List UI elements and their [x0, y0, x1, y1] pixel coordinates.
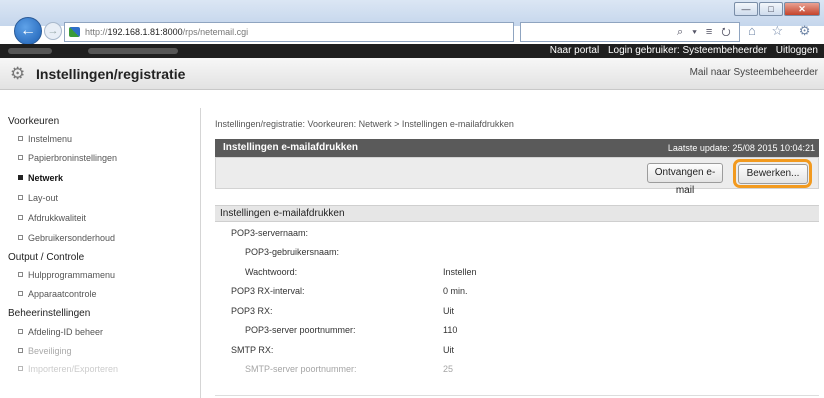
page-title: Instellingen/registratie [36, 66, 186, 82]
row-label: POP3-server poortnummer: [245, 325, 356, 335]
row-value: 110 [443, 325, 458, 335]
square-bullet-icon [18, 136, 23, 141]
sidebar-item-network[interactable]: Netwerk [18, 173, 63, 183]
square-bullet-icon [18, 235, 23, 240]
panel-button-bar: Ontvangen e-mail Bewerken... [215, 157, 819, 196]
row-label: POP3 RX-interval: [231, 286, 305, 296]
sidebar-item-label: Beveiliging [28, 346, 72, 356]
sidebar-item-paper-source[interactable]: Papierbroninstellingen [18, 153, 117, 163]
site-favicon-icon [69, 27, 80, 37]
panel-title: Instellingen e-mailafdrukken [223, 142, 359, 153]
sidebar-item-layout[interactable]: Lay-out [18, 193, 58, 203]
last-update-text: Laatste update: 25/08 2015 10:04:21 [667, 143, 815, 153]
sidebar-item-label: Lay-out [28, 193, 59, 203]
portal-link[interactable]: Naar portal [550, 45, 599, 56]
settings-gear-icon: ⚙ [10, 64, 26, 83]
logout-link[interactable]: Uitloggen [776, 45, 818, 56]
portal-links: Naar portal Login gebruiker: Systeembehe… [544, 44, 818, 58]
forward-arrow-icon[interactable]: → [44, 22, 62, 40]
settings-row: POP3 RX-interval: 0 min. [215, 283, 819, 300]
device-name-placeholder [8, 48, 52, 54]
settings-row: POP3-server poortnummer: 110 [215, 322, 819, 339]
settings-row: SMTP RX: Uit [215, 342, 819, 359]
sidebar-item-settings-menu[interactable]: Instelmenu [18, 134, 72, 144]
breadcrumb: Instellingen/registratie: Voorkeuren: Ne… [215, 119, 514, 129]
url-prefix: http:// [85, 27, 108, 37]
url-path: /rps/netemail.cgi [182, 27, 249, 37]
address-bar[interactable]: http://192.168.1.81:8000/rps/netemail.cg… [64, 22, 514, 42]
sidebar-item-print-quality[interactable]: Afdrukkwaliteit [18, 213, 86, 223]
sidebar-item-utility-menu[interactable]: Hulpprogrammamenu [18, 270, 115, 280]
sidebar-item-label: Afdeling-ID beheer [28, 327, 104, 337]
sidebar-group-admin-settings: Beheerinstellingen [8, 308, 91, 319]
browser-navbar: ← → http://192.168.1.81:8000/rps/netemai… [0, 14, 824, 45]
device-model-placeholder [88, 48, 178, 54]
divider [215, 395, 819, 396]
sidebar-item-label: Instelmenu [28, 134, 73, 144]
login-user-text: Login gebruiker: Systeembeheerder [607, 45, 767, 56]
edit-button[interactable]: Bewerken... [738, 164, 808, 184]
square-bullet-icon [18, 366, 23, 371]
row-value: 0 min. [443, 286, 468, 296]
row-label: POP3-gebruikersnaam: [245, 247, 340, 257]
receive-email-button[interactable]: Ontvangen e-mail [647, 163, 723, 196]
row-label: Wachtwoord: [245, 267, 298, 277]
square-bullet-icon [18, 329, 23, 334]
row-value: 25 [443, 364, 454, 374]
row-value: Uit [443, 345, 454, 355]
back-arrow-icon[interactable]: ← [14, 17, 42, 45]
square-bullet-icon [18, 215, 23, 220]
url-host: 192.168.1.81:8000 [107, 27, 183, 37]
sidebar-item-label: Apparaatcontrole [28, 289, 97, 299]
sidebar-item-label: Papierbroninstellingen [28, 153, 118, 163]
sidebar-item-device-control[interactable]: Apparaatcontrole [18, 289, 97, 299]
address-actions[interactable]: ⌕ ▾ ≡ ⭮ ✕ [520, 22, 740, 42]
sidebar-item-label: Gebruikersonderhoud [28, 233, 116, 243]
sidebar: Voorkeuren Instelmenu Papierbroninstelli… [0, 108, 196, 398]
row-label: POP3-servernaam: [231, 228, 309, 238]
mail-admin-link[interactable]: Mail naar Systeembeheerder [690, 67, 818, 78]
row-label: SMTP RX: [231, 345, 274, 355]
sidebar-divider [200, 108, 201, 398]
sidebar-item-label: Hulpprogrammamenu [28, 270, 116, 280]
square-bullet-icon [18, 195, 23, 200]
sidebar-item-label: Netwerk [28, 173, 64, 183]
portal-bar: Naar portal Login gebruiker: Systeembehe… [0, 44, 824, 58]
square-bullet-icon [18, 155, 23, 160]
sidebar-item-security[interactable]: Beveiliging [18, 346, 72, 356]
sidebar-item-user-maintenance[interactable]: Gebruikersonderhoud [18, 233, 115, 243]
sidebar-item-label: Afdrukkwaliteit [28, 213, 87, 223]
square-bullet-icon [18, 348, 23, 353]
square-bullet-icon [18, 291, 23, 296]
row-value: Instellen [443, 267, 477, 277]
row-label: SMTP-server poortnummer: [245, 364, 357, 374]
settings-row: POP3-gebruikersnaam: [215, 244, 819, 261]
square-bullet-icon [18, 175, 23, 180]
sidebar-group-preferences: Voorkeuren [8, 116, 60, 127]
settings-row: POP3 RX: Uit [215, 303, 819, 320]
browser-toolbar-icons[interactable]: ⌂ ☆ ⚙ [748, 23, 816, 39]
row-label: POP3 RX: [231, 306, 273, 316]
settings-row: SMTP-server poortnummer: 25 [215, 361, 819, 378]
app-header: ⚙ Instellingen/registratie Mail naar Sys… [0, 58, 824, 90]
sidebar-item-import-export[interactable]: Importeren/Exporteren [18, 364, 118, 374]
settings-row: POP3-servernaam: [215, 225, 819, 242]
settings-row: Wachtwoord: Instellen [215, 264, 819, 281]
sidebar-group-output-control: Output / Controle [8, 252, 85, 263]
square-bullet-icon [18, 272, 23, 277]
sidebar-item-label: Importeren/Exporteren [28, 364, 119, 374]
sidebar-item-department-id[interactable]: Afdeling-ID beheer [18, 327, 103, 337]
section-title: Instellingen e-mailafdrukken [215, 205, 819, 222]
panel-header: Instellingen e-mailafdrukken Laatste upd… [215, 139, 819, 157]
row-value: Uit [443, 306, 454, 316]
